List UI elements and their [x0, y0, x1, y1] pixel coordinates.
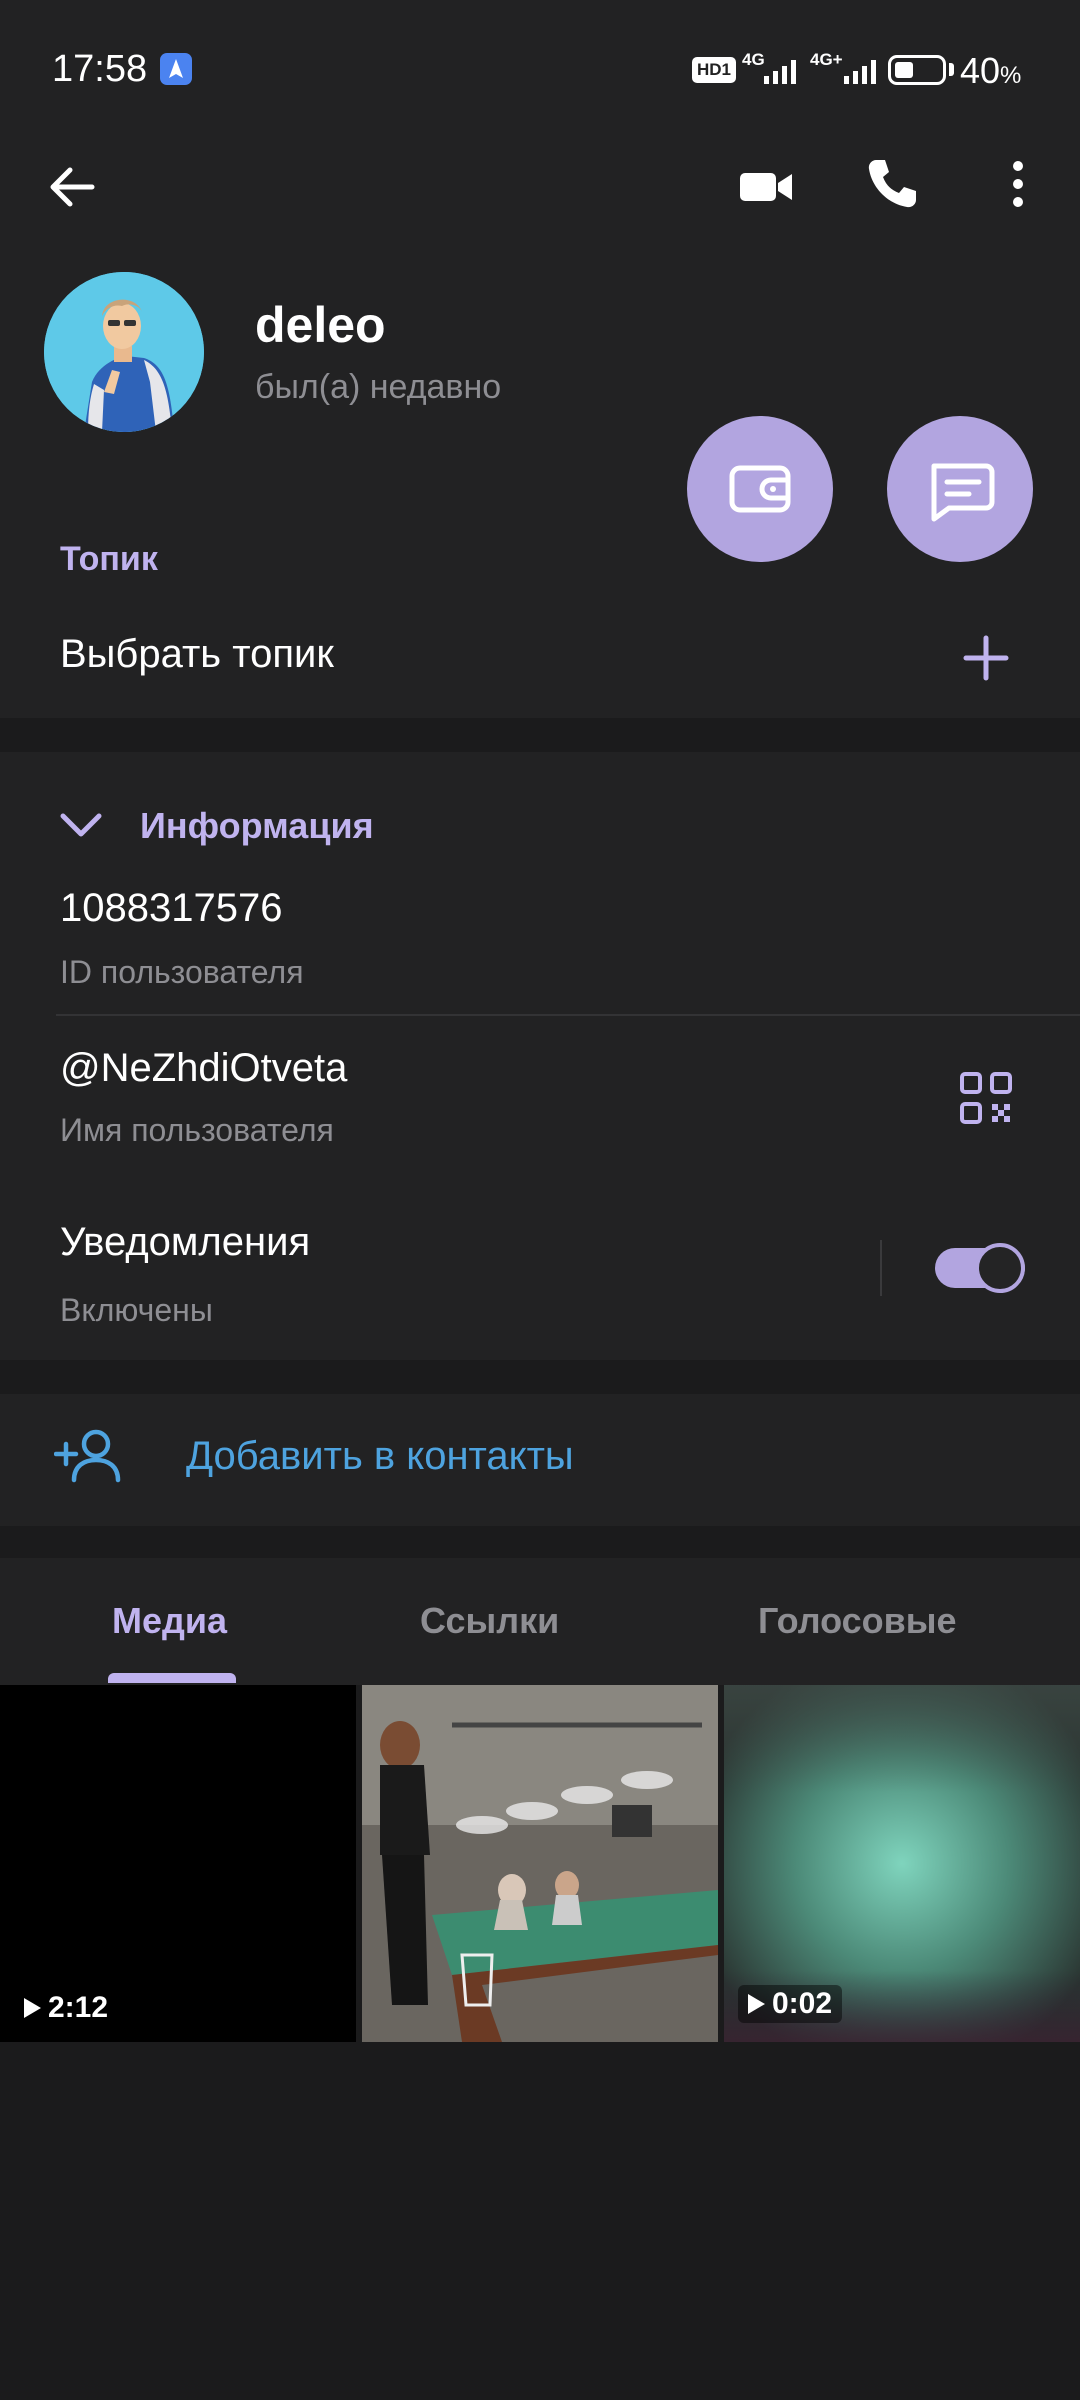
user-id-value: 1088317576	[60, 886, 283, 930]
location-icon	[160, 53, 192, 85]
more-vertical-icon	[1013, 161, 1023, 207]
message-button[interactable]	[887, 416, 1033, 562]
qr-code-icon	[960, 1072, 1012, 1124]
video-call-button[interactable]	[734, 155, 798, 219]
active-tab-indicator	[108, 1673, 236, 1683]
video-duration-text: 0:02	[772, 1987, 833, 2020]
add-contact-label: Добавить в контакты	[186, 1434, 574, 1478]
topic-heading: Топик	[60, 540, 158, 578]
tab-voice[interactable]: Голосовые	[758, 1600, 957, 1642]
battery-tip	[949, 63, 954, 76]
battery-level	[895, 62, 913, 78]
qr-code-button[interactable]	[956, 1068, 1016, 1128]
battery-percent-value: 40	[960, 50, 1001, 91]
wallet-icon	[729, 465, 791, 513]
play-icon	[748, 1994, 765, 2014]
back-button[interactable]	[40, 155, 104, 219]
info-divider	[56, 1014, 1080, 1016]
add-topic-button[interactable]	[958, 630, 1014, 686]
phone-icon	[868, 160, 916, 208]
call-button[interactable]	[860, 152, 924, 216]
signal-icon-1	[764, 58, 796, 84]
more-button[interactable]	[986, 152, 1050, 216]
profile-name: deleo	[255, 297, 386, 353]
username-label: Имя пользователя	[60, 1112, 334, 1148]
billiards-photo	[362, 1685, 718, 2042]
avatar-illustration-icon	[44, 272, 204, 432]
play-icon	[24, 1998, 41, 2018]
network-label-2: 4G+	[810, 50, 843, 69]
chevron-down-icon	[60, 813, 102, 837]
video-duration-text: 2:12	[48, 1991, 109, 2024]
info-heading: Информация	[140, 805, 374, 846]
add-person-icon	[54, 1424, 124, 1488]
media-tile[interactable]: 0:02	[724, 1685, 1080, 2042]
signal-icon-2	[844, 58, 876, 84]
video-duration: 2:12	[22, 1991, 108, 2025]
tab-media[interactable]: Медиа	[112, 1600, 227, 1642]
toggle-separator	[880, 1240, 882, 1296]
last-seen-status: был(а) недавно	[255, 368, 502, 406]
notifications-state: Включены	[60, 1292, 213, 1328]
battery-icon	[888, 55, 946, 85]
media-tile[interactable]	[362, 1685, 718, 2042]
media-tile[interactable]: 2:12	[0, 1685, 356, 2042]
wallet-button[interactable]	[687, 416, 833, 562]
video-camera-icon	[740, 173, 792, 201]
video-duration: 0:02	[738, 1985, 843, 2023]
plus-icon	[963, 635, 1009, 681]
battery-percent-unit: %	[1000, 62, 1022, 89]
message-icon	[931, 463, 995, 522]
arrow-left-icon	[50, 167, 95, 207]
tab-links[interactable]: Ссылки	[420, 1600, 559, 1642]
network-label-1: 4G	[742, 50, 765, 69]
avatar[interactable]	[44, 272, 204, 432]
notifications-toggle-thumb	[975, 1243, 1025, 1293]
status-time: 17:58	[52, 48, 148, 90]
username-value: @NeZhdiOtveta	[60, 1046, 348, 1090]
collapse-info-button[interactable]	[56, 800, 106, 850]
battery-percent: 40%	[960, 50, 1021, 92]
status-bar: 17:58 HD1 4G 4G+ 40%	[0, 0, 1080, 130]
hd-badge: HD1	[692, 57, 736, 83]
choose-topic-label: Выбрать топик	[60, 632, 334, 676]
notifications-label: Уведомления	[60, 1220, 311, 1264]
user-id-label: ID пользователя	[60, 954, 304, 990]
